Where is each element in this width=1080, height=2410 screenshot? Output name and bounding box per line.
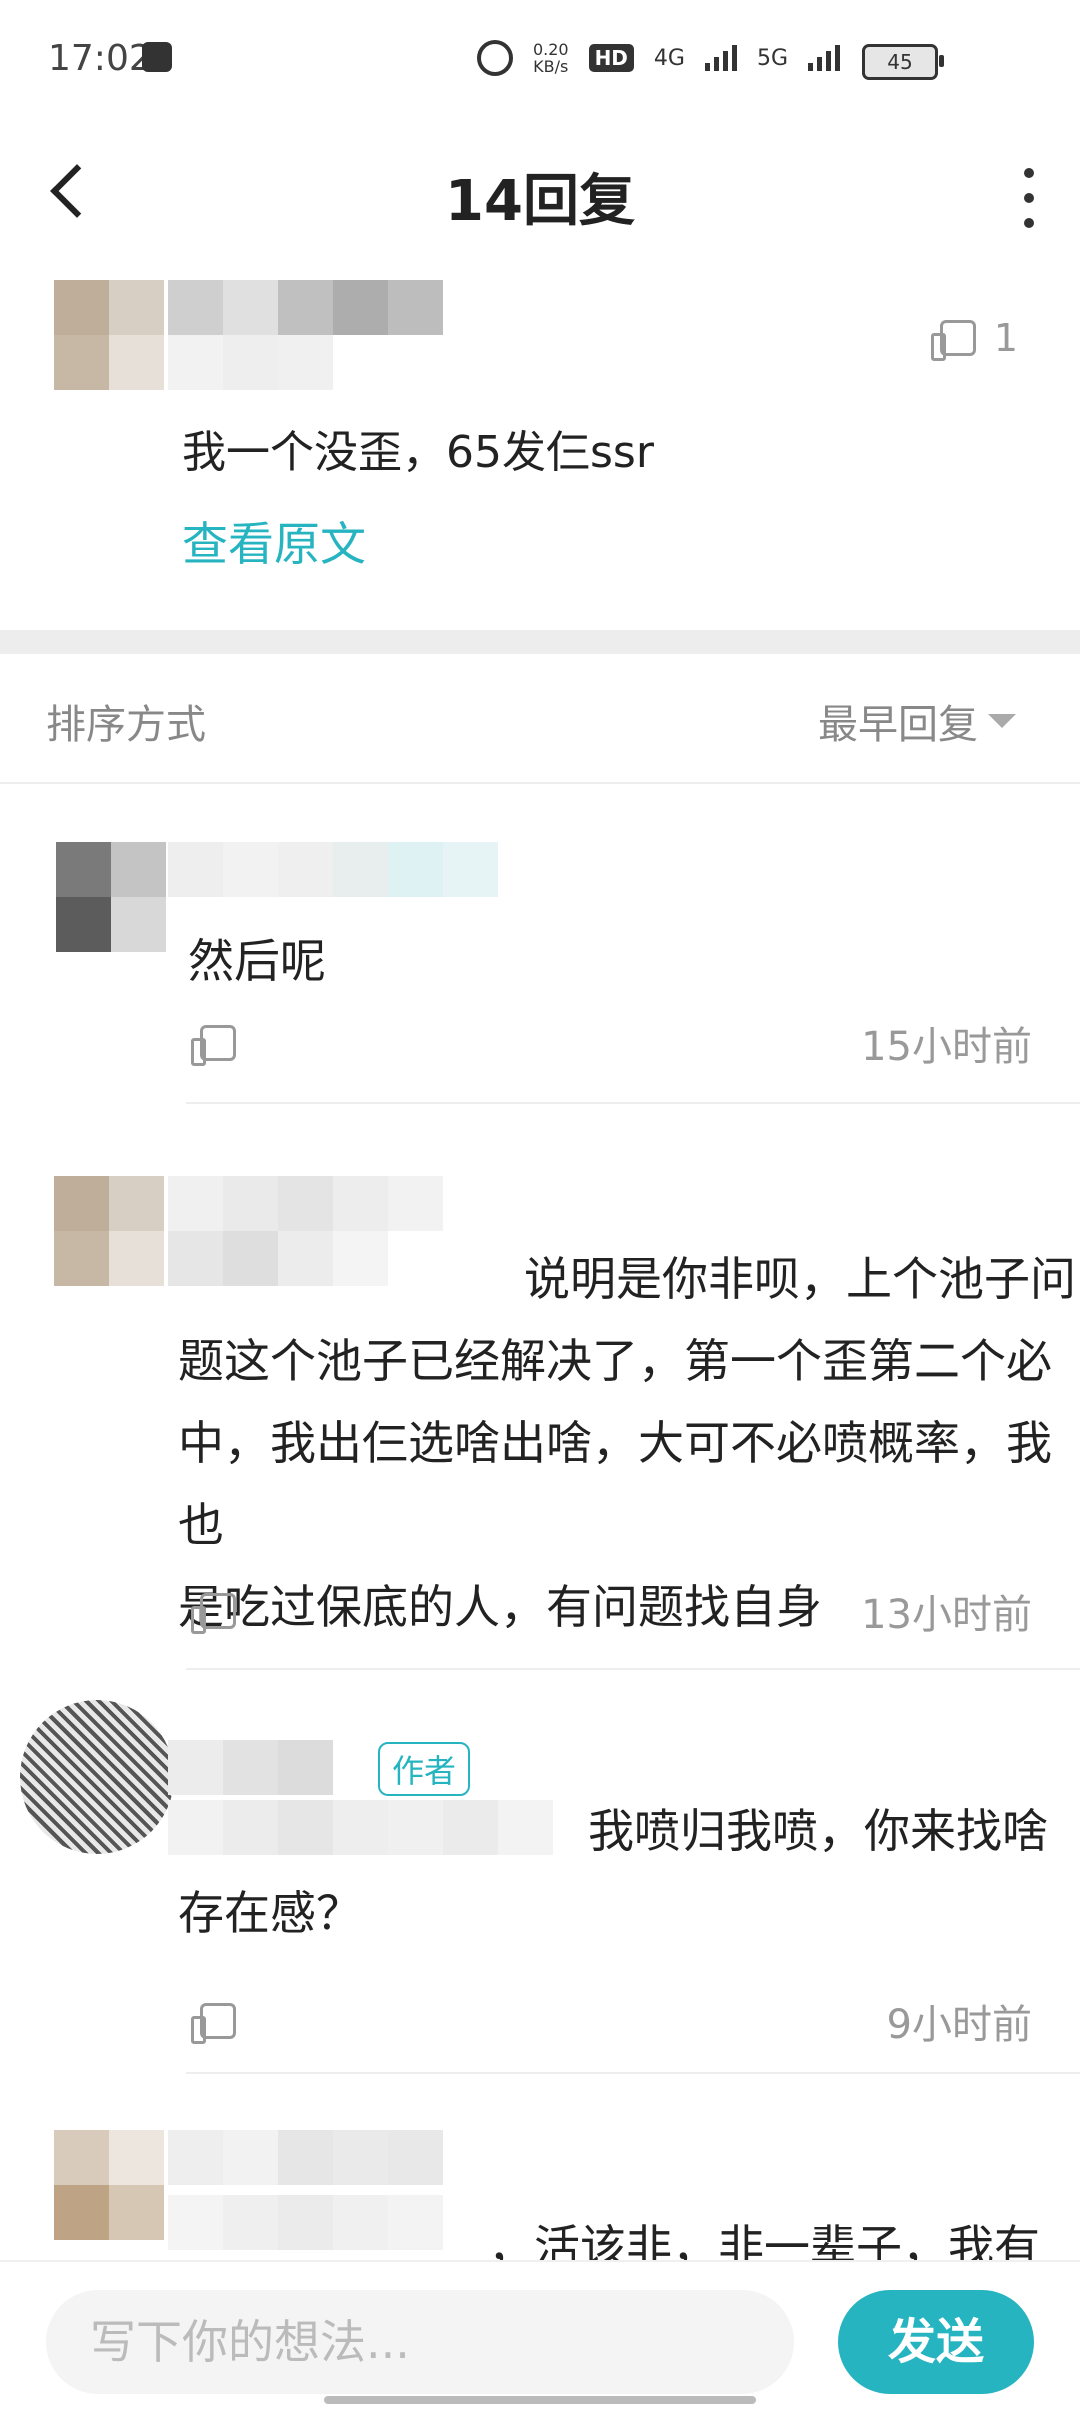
send-button[interactable]: 发送 [838,2290,1034,2394]
hd-icon: HD [588,44,634,72]
comment-input-bar: 写下你的想法... 发送 [0,2260,1080,2410]
reply-time: 15小时前 [861,1024,1032,1070]
thumbs-up-icon [930,320,976,361]
network-4g-label: 4G [653,45,685,71]
shopping-bag-icon [142,42,172,72]
dropdown-arrow-icon [988,714,1016,728]
reply-text: ，活该非，非一辈子，我有资 [488,2220,1040,2260]
reply-item: 我喷归我喷，你来找啥 存在感？ 9小时前 [0,1670,1080,2074]
like-button[interactable]: 1 [930,316,1018,361]
sort-value: 最早回复 [818,702,978,748]
alarm-icon [476,40,513,76]
original-comment: 1 我一个没歪，65发仨ssr 查看原文 [0,268,1080,628]
reply-footer: 13小时前 [186,1582,1032,1640]
status-time: 17:02 [48,38,152,79]
thumbs-up-icon[interactable] [191,1593,236,1634]
avatar[interactable] [54,2130,164,2240]
reply-time: 13小时前 [861,1592,1032,1638]
status-bar: 17:02 0.20 KB/s HD 4G 5G 45 [0,0,1080,118]
reply-footer: 15小时前 [186,1014,1032,1072]
comment-text: 我一个没歪，65发仨ssr [182,427,654,478]
like-count: 1 [993,316,1018,360]
reply-text: 然后呢 [188,934,326,988]
author-badge: 作者 [378,1742,471,1796]
signal-icon [704,45,737,71]
reply-item: 说明是你非呗，上个池子问 题这个池子已经解决了，第一个歪第二个必 中，我出仨选啥… [0,1106,1080,1670]
avatar[interactable] [56,842,166,952]
thumbs-up-icon[interactable] [191,2003,236,2044]
avatar[interactable] [54,280,164,390]
username[interactable] [168,2130,448,2260]
reply-footer: 9小时前 [186,1992,1032,2050]
top-bar: 14回复 [0,118,1080,268]
network-5g-label: 5G [756,45,788,71]
section-divider [0,630,1080,654]
network-speed: 0.20 KB/s [532,40,569,76]
avatar[interactable] [54,1176,164,1286]
status-icons: 0.20 KB/s HD 4G 5G [476,40,840,76]
username[interactable] [168,1740,368,1795]
reply-divider [186,1102,1080,1104]
thumbs-up-icon[interactable] [191,1025,236,1066]
battery-icon: 45 [862,44,944,80]
sort-dropdown[interactable]: 最早回复 [818,692,1016,750]
reply-item: ，活该非，非一辈子，我有资 [0,2074,1080,2260]
signal-icon [808,45,840,71]
comment-input[interactable]: 写下你的想法... [46,2290,794,2394]
page-title: 14回复 [445,169,635,234]
view-original-link[interactable]: 查看原文 [182,508,366,574]
more-options-icon[interactable] [1014,168,1044,228]
home-indicator[interactable] [324,2396,756,2404]
sort-label: 排序方式 [46,702,206,748]
username[interactable] [168,280,448,390]
reply-time: 9小时前 [886,2002,1032,2048]
reply-item: 然后呢 15小时前 [0,782,1080,1104]
avatar[interactable] [20,1700,174,1854]
sort-bar: 排序方式 最早回复 [0,654,1080,784]
reply-text: 我喷归我喷，你来找啥 存在感？ [178,1804,1048,1940]
username[interactable] [168,842,508,897]
